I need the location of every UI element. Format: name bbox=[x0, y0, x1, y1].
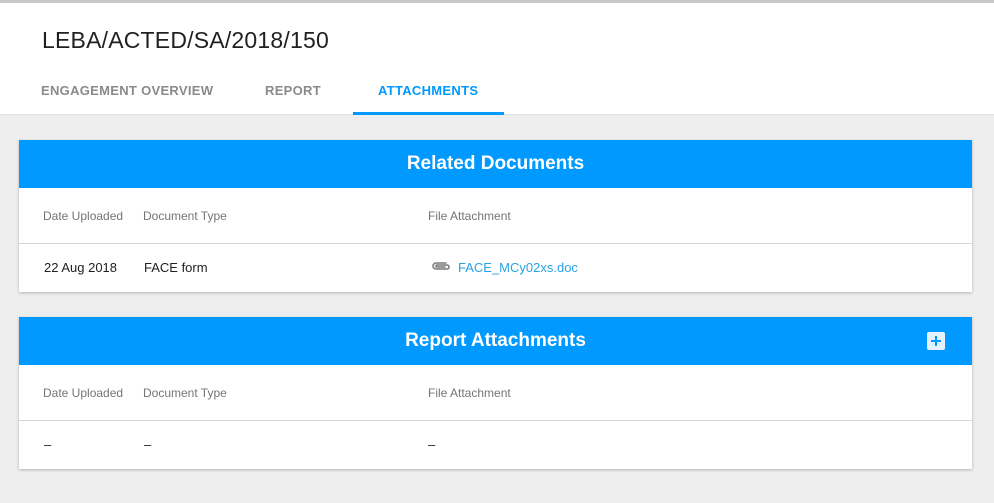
file-attachment-cell: – bbox=[428, 437, 436, 452]
add-icon[interactable] bbox=[927, 332, 945, 350]
table-row: 22 Aug 2018 FACE form FACE_MCy02xs.doc bbox=[19, 244, 972, 292]
tab-bar: ENGAGEMENT OVERVIEW REPORT ATTACHMENTS bbox=[0, 75, 994, 115]
date-uploaded-cell: – bbox=[44, 437, 52, 452]
table-row: – – – bbox=[19, 421, 972, 469]
related-documents-title: Related Documents bbox=[406, 153, 585, 174]
active-tab-indicator bbox=[353, 112, 504, 115]
column-document-type: Document Type bbox=[143, 209, 227, 223]
column-date-uploaded: Date Uploaded bbox=[43, 209, 124, 223]
table-header-row: Date Uploaded Document Type File Attachm… bbox=[19, 188, 972, 244]
related-documents-card: Related Documents Date Uploaded Document… bbox=[19, 140, 972, 292]
report-attachments-header: Report Attachments bbox=[19, 317, 972, 365]
tab-report[interactable]: REPORT bbox=[265, 75, 321, 115]
file-attachment-link[interactable]: FACE_MCy02xs.doc bbox=[458, 260, 578, 275]
report-attachments-title: Report Attachments bbox=[405, 330, 586, 351]
column-file-attachment: File Attachment bbox=[428, 209, 511, 223]
document-type-cell: FACE form bbox=[144, 260, 208, 275]
page-title: LEBA/ACTED/SA/2018/150 bbox=[42, 27, 329, 53]
column-file-attachment: File Attachment bbox=[428, 386, 511, 400]
table-header-row: Date Uploaded Document Type File Attachm… bbox=[19, 365, 972, 421]
date-uploaded-cell: 22 Aug 2018 bbox=[44, 260, 118, 275]
paperclip-icon bbox=[430, 244, 452, 292]
tab-attachments[interactable]: ATTACHMENTS bbox=[378, 75, 478, 115]
page-header: LEBA/ACTED/SA/2018/150 ENGAGEMENT OVERVI… bbox=[0, 3, 994, 115]
document-type-cell: – bbox=[144, 437, 152, 452]
file-attachment-cell: FACE_MCy02xs.doc bbox=[430, 244, 578, 292]
column-date-uploaded: Date Uploaded bbox=[43, 386, 124, 400]
tab-engagement-overview[interactable]: ENGAGEMENT OVERVIEW bbox=[41, 75, 213, 115]
related-documents-header: Related Documents bbox=[19, 140, 972, 188]
report-attachments-card: Report Attachments Date Uploaded Documen… bbox=[19, 317, 972, 469]
column-document-type: Document Type bbox=[143, 386, 227, 400]
